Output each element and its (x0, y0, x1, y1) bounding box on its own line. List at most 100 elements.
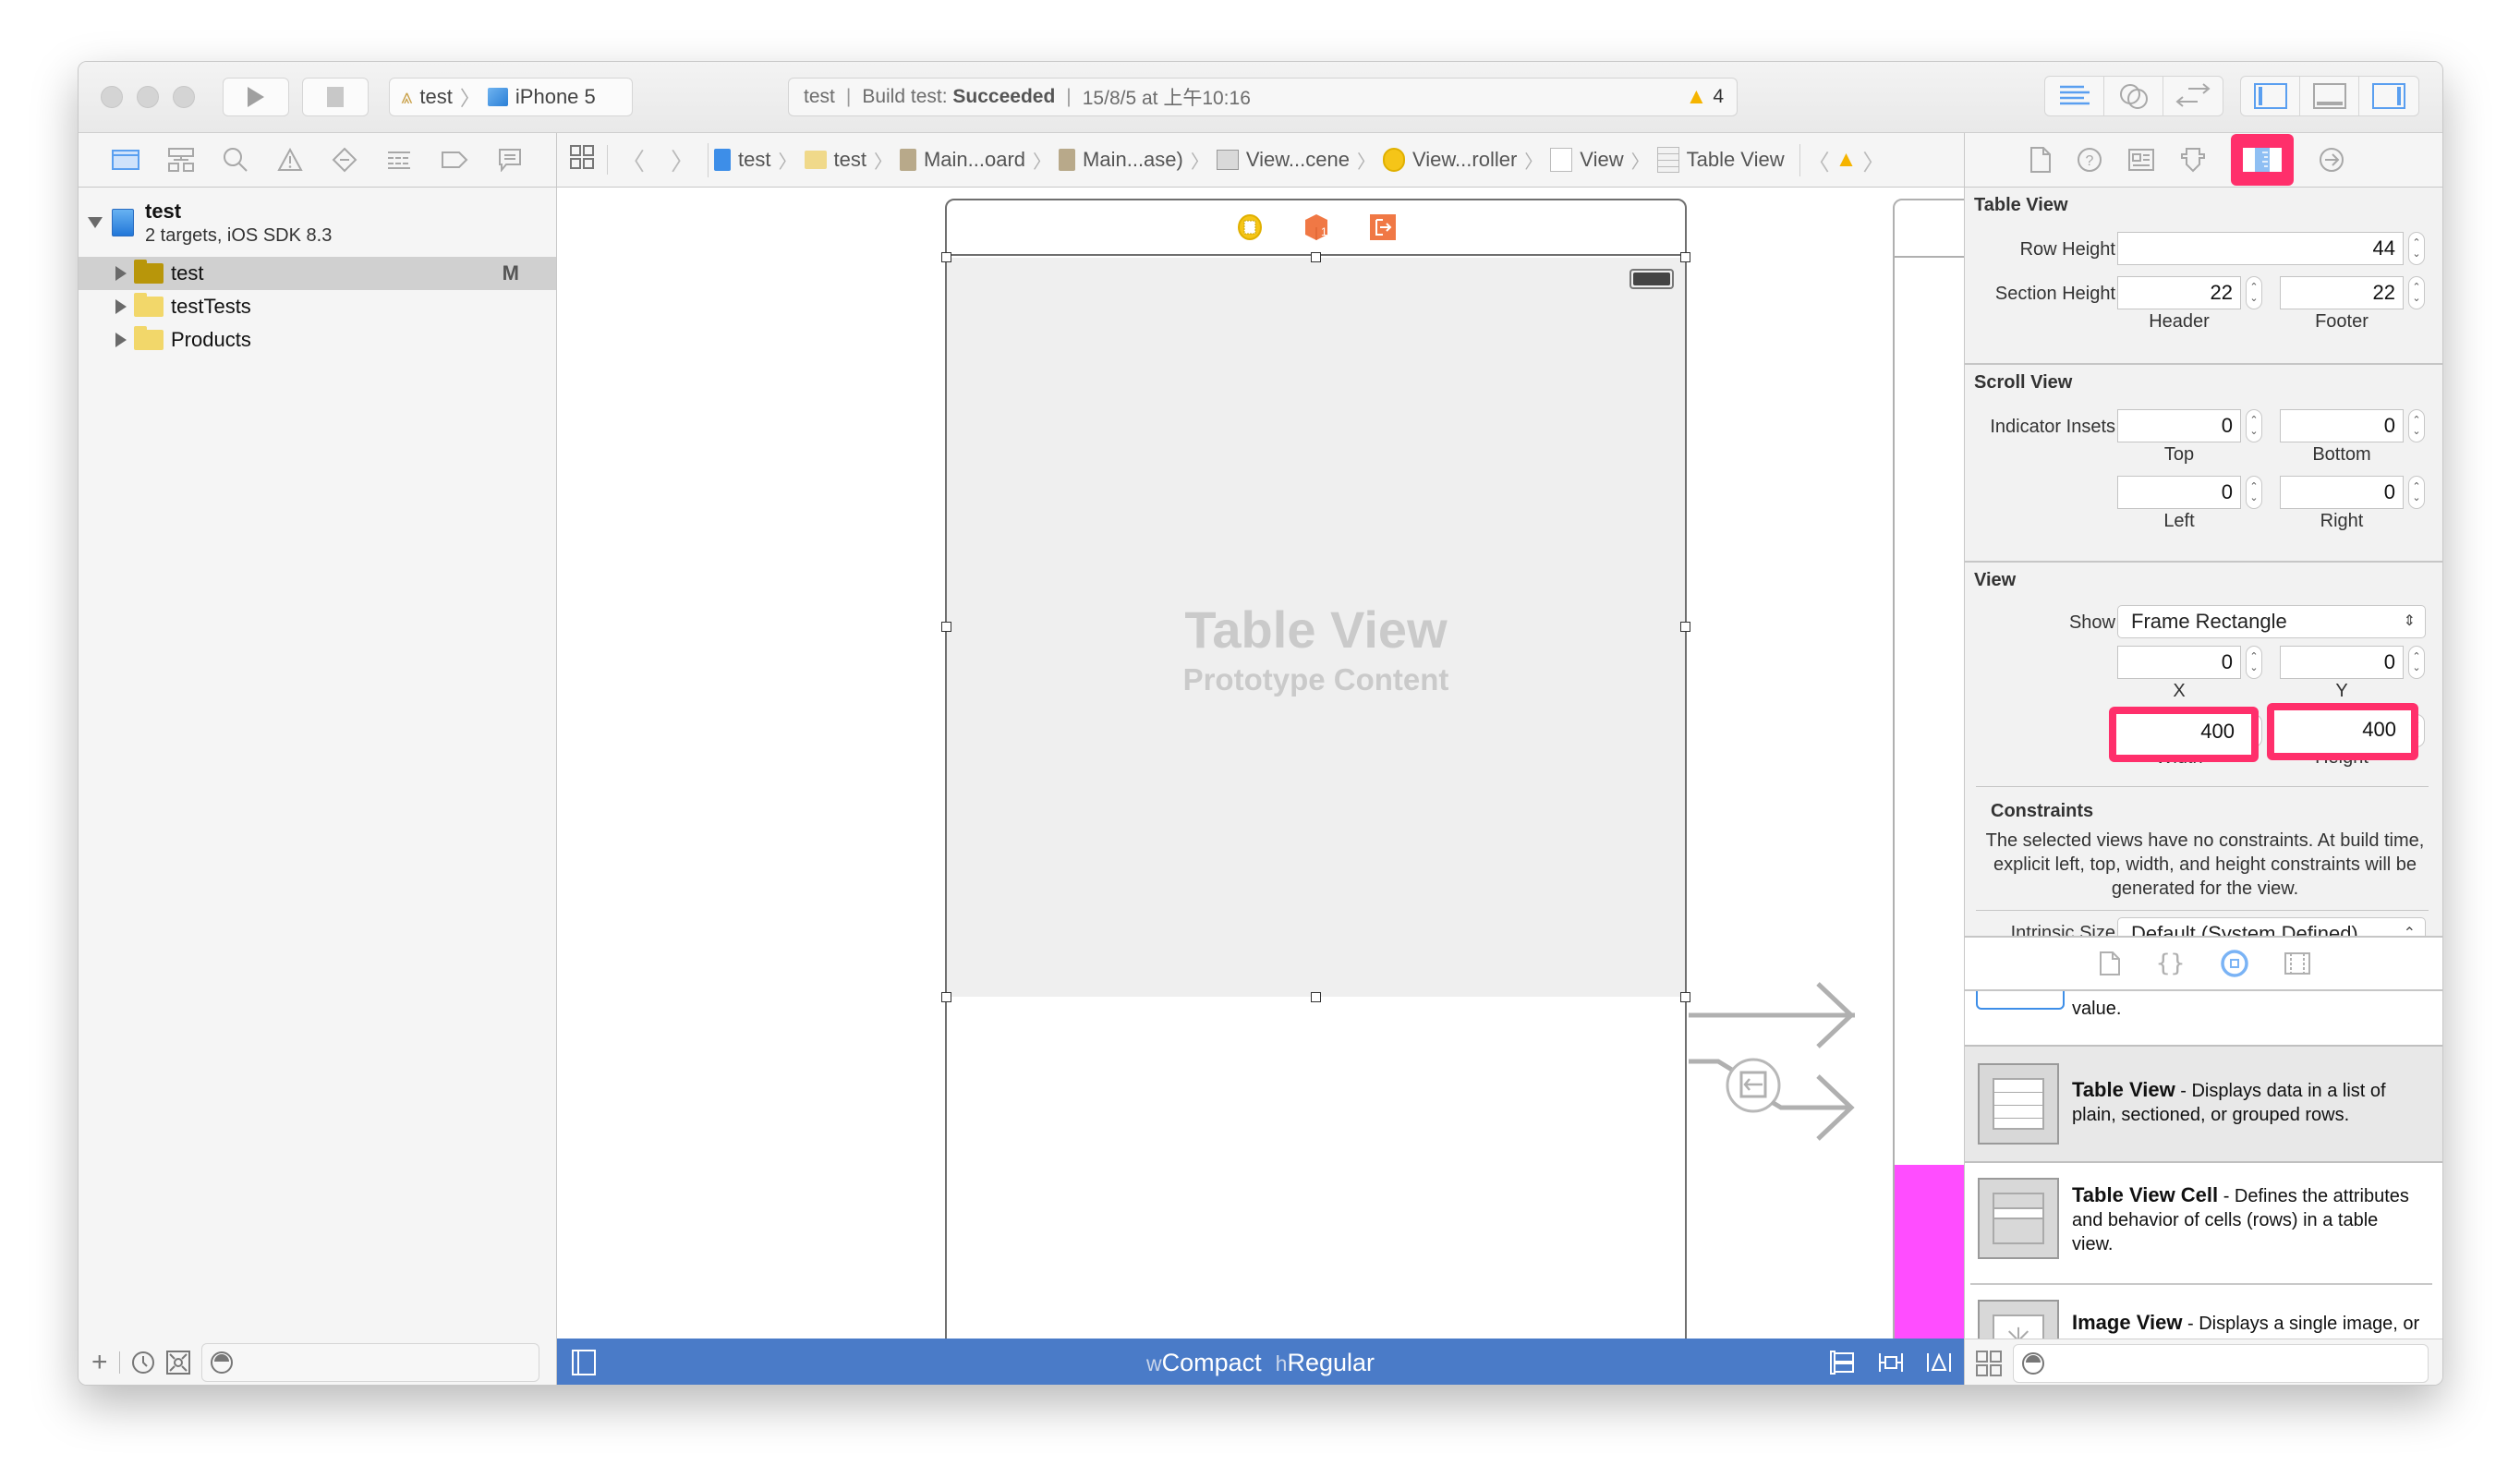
table-view[interactable]: Table View Prototype Content (941, 252, 1690, 1002)
library-item-table-view-cell[interactable]: Table View Cell - Defines the attributes… (1965, 1163, 2442, 1283)
recent-files-icon[interactable] (131, 1351, 155, 1375)
jumpbar-item-storyboard[interactable]: Main...oard (894, 148, 1031, 172)
show-popup[interactable]: Frame Rectangle ⇕ (2117, 605, 2426, 638)
related-items-button[interactable] (557, 145, 608, 175)
disclosure-expanded-icon[interactable] (88, 217, 103, 228)
pin-icon[interactable] (1925, 1350, 1953, 1375)
jumpbar-item-table-view[interactable]: Table View (1652, 147, 1790, 173)
section-footer-stepper[interactable]: ⌃ ⌄ (2408, 276, 2425, 309)
inset-top-field[interactable]: 0 (2117, 409, 2241, 442)
resize-handle-top-right[interactable] (1680, 252, 1690, 262)
version-editor-button[interactable] (2163, 77, 2223, 115)
warnings-indicator[interactable]: ▲ 4 (1686, 84, 1724, 110)
issue-warning-icon[interactable]: ▲ (1830, 147, 1863, 173)
resize-handle-top-left[interactable] (941, 252, 951, 262)
intrinsic-size-popup[interactable]: Default (System Defined) ⌃ (2117, 917, 2426, 936)
tree-item-products[interactable]: Products (79, 323, 556, 357)
library-item-table-view[interactable]: Table View - Displays data in a list of … (1965, 1047, 2442, 1161)
toggle-utilities-button[interactable] (2359, 77, 2418, 115)
inset-right-stepper[interactable]: ⌃ ⌄ (2408, 476, 2425, 509)
frame-x-field[interactable]: 0 (2117, 646, 2241, 679)
resize-handle-bottom[interactable] (1311, 992, 1321, 1002)
jumpbar-item-storyboard-base[interactable]: Main...ase) (1053, 148, 1189, 172)
size-inspector-tab[interactable] (2231, 134, 2294, 186)
toggle-navigator-button[interactable] (2241, 77, 2300, 115)
inset-left-stepper[interactable]: ⌃ ⌄ (2246, 476, 2262, 509)
disclosure-collapsed-icon[interactable] (115, 299, 127, 314)
connections-inspector-icon[interactable] (2318, 146, 2345, 174)
inset-bottom-field[interactable]: 0 (2280, 409, 2404, 442)
jumpbar-item-folder[interactable]: test (799, 148, 872, 172)
symbol-navigator-icon[interactable] (167, 148, 194, 172)
jumpbar-item-view[interactable]: View (1545, 148, 1629, 172)
add-file-button[interactable]: + (91, 1347, 108, 1378)
minimize-window-button[interactable] (137, 86, 159, 108)
section-header-stepper[interactable]: ⌃ ⌄ (2246, 276, 2262, 309)
device-name[interactable]: iPhone 5 (515, 85, 596, 109)
library-item-image-view[interactable]: ✳ Image View - Displays a single image, … (1965, 1285, 2442, 1339)
storyboard-canvas[interactable]: 1 Table View Prototype Content (557, 188, 1964, 1339)
file-inspector-icon[interactable] (2029, 146, 2052, 174)
frame-width-field[interactable]: 400 (2118, 716, 2242, 749)
close-window-button[interactable] (101, 86, 123, 108)
magenta-view[interactable] (1895, 1165, 1964, 1339)
zoom-window-button[interactable] (173, 86, 195, 108)
jumpbar-item-scene[interactable]: View...cene (1211, 148, 1355, 172)
breakpoint-navigator-icon[interactable] (441, 151, 468, 169)
size-class-selector[interactable]: wCompact hRegular (557, 1349, 1964, 1377)
assistant-editor-button[interactable] (2104, 77, 2163, 115)
navigator-filter-input[interactable] (200, 1343, 539, 1382)
jumpbar-item-view-controller[interactable]: View...roller (1377, 148, 1522, 172)
resize-handle-left[interactable] (941, 622, 951, 632)
file-template-library-icon[interactable] (2099, 951, 2121, 976)
scm-filter-icon[interactable] (165, 1351, 190, 1375)
section-header-height-field[interactable]: 22 (2117, 276, 2241, 309)
scheme-selector[interactable]: ⩓ test 〉 iPhone 5 (389, 78, 633, 116)
test-navigator-icon[interactable] (332, 147, 357, 173)
object-library-icon[interactable] (2220, 949, 2249, 978)
quick-help-icon[interactable]: ? (2076, 146, 2103, 174)
previous-issue-button[interactable]: 〈 (1799, 143, 1830, 176)
tree-item-test[interactable]: test M (79, 257, 556, 290)
row-height-stepper[interactable]: ⌃ ⌄ (2408, 232, 2425, 265)
frame-x-stepper[interactable]: ⌃ ⌄ (2246, 646, 2262, 679)
inset-bottom-stepper[interactable]: ⌃ ⌄ (2408, 409, 2425, 442)
media-library-icon[interactable] (2284, 952, 2311, 975)
next-issue-button[interactable]: 〉 (1862, 144, 1884, 176)
disclosure-collapsed-icon[interactable] (115, 333, 127, 347)
view-controller-icon[interactable] (1237, 213, 1263, 241)
inset-left-field[interactable]: 0 (2117, 476, 2241, 509)
run-button[interactable] (223, 78, 289, 116)
exit-icon[interactable] (1369, 214, 1396, 240)
forward-button[interactable]: 〉 (658, 142, 709, 177)
frame-y-stepper[interactable]: ⌃ ⌄ (2408, 646, 2425, 679)
inset-top-stepper[interactable]: ⌃ ⌄ (2246, 409, 2262, 442)
inset-right-field[interactable]: 0 (2280, 476, 2404, 509)
attributes-inspector-icon[interactable] (2179, 146, 2207, 174)
toggle-debug-area-button[interactable] (2300, 77, 2359, 115)
frame-height-field[interactable]: 400 (2278, 714, 2404, 747)
standard-editor-button[interactable] (2045, 77, 2104, 115)
align-icon[interactable] (1877, 1350, 1905, 1375)
library-filter-input[interactable] (2013, 1343, 2429, 1383)
project-root-row[interactable]: test 2 targets, iOS SDK 8.3 (79, 195, 556, 250)
stop-button[interactable] (302, 78, 369, 116)
project-navigator-icon[interactable] (111, 149, 139, 171)
grid-view-icon[interactable] (1976, 1350, 2002, 1376)
identity-inspector-icon[interactable] (2127, 148, 2155, 172)
first-responder-icon[interactable]: 1 (1303, 212, 1329, 242)
resize-handle-top[interactable] (1311, 252, 1321, 262)
section-footer-height-field[interactable]: 22 (2280, 276, 2404, 309)
frame-y-field[interactable]: 0 (2280, 646, 2404, 679)
jumpbar-item-project[interactable]: test (709, 148, 776, 172)
find-navigator-icon[interactable] (223, 147, 248, 173)
resize-handle-bottom-left[interactable] (941, 992, 951, 1002)
row-height-field[interactable]: 44 (2117, 232, 2404, 265)
report-navigator-icon[interactable] (497, 148, 523, 172)
back-button[interactable]: 〈 (608, 143, 658, 177)
stack-icon[interactable] (1829, 1350, 1857, 1375)
resize-handle-right[interactable] (1680, 622, 1690, 632)
tree-item-testtests[interactable]: testTests (79, 290, 556, 323)
debug-navigator-icon[interactable] (386, 150, 412, 170)
view-controller-scene[interactable]: 1 Table View Prototype Content (941, 199, 1690, 1339)
